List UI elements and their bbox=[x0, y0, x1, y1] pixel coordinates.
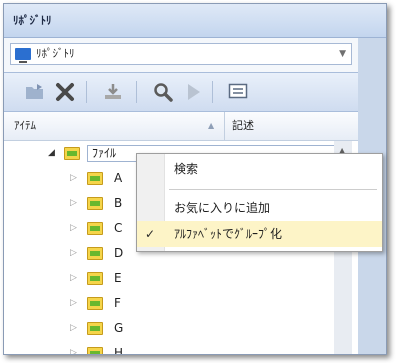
folder-icon bbox=[64, 147, 80, 160]
tree-node-label: F bbox=[114, 296, 121, 310]
column-header: ｱｲﾃﾑ ▲ 記述 bbox=[4, 112, 358, 141]
folder-icon bbox=[87, 347, 103, 354]
column-divider[interactable] bbox=[224, 112, 225, 140]
collapsed-triangle-icon[interactable]: ▷ bbox=[70, 192, 77, 214]
tree-node-label: E bbox=[114, 271, 122, 285]
menu-item-label: 検索 bbox=[174, 162, 199, 176]
tree-node-label: C bbox=[114, 221, 123, 235]
context-menu: 検索 お気に入りに追加 ✓ ｱﾙﾌｧﾍﾞｯﾄでｸﾞﾙｰﾌﾟ化 bbox=[136, 153, 383, 252]
tree-node-label: H bbox=[114, 346, 124, 354]
menu-item-add-favorite[interactable]: お気に入りに追加 bbox=[137, 195, 382, 221]
menu-item-label: ｱﾙﾌｧﾍﾞｯﾄでｸﾞﾙｰﾌﾟ化 bbox=[174, 227, 283, 241]
folder-icon bbox=[87, 272, 103, 285]
menu-item-group-alphabetically[interactable]: ✓ ｱﾙﾌｧﾍﾞｯﾄでｸﾞﾙｰﾌﾟ化 bbox=[137, 221, 382, 247]
folder-icon bbox=[87, 322, 103, 335]
repository-dropdown-value: ﾘﾎﾟｼﾞﾄﾘ bbox=[36, 47, 75, 60]
sort-ascending-icon: ▲ bbox=[208, 121, 215, 130]
collapsed-triangle-icon[interactable]: ▷ bbox=[70, 242, 77, 264]
column-description[interactable]: 記述 bbox=[232, 112, 254, 140]
column-item[interactable]: ｱｲﾃﾑ bbox=[14, 112, 36, 140]
folder-icon bbox=[87, 172, 103, 185]
repository-dropdown[interactable]: ﾘﾎﾟｼﾞﾄﾘ ▼ bbox=[10, 43, 352, 65]
tree-node-e[interactable]: ▷ E bbox=[4, 267, 334, 289]
monitor-icon bbox=[15, 48, 31, 63]
collapsed-triangle-icon[interactable]: ▷ bbox=[70, 167, 77, 189]
folder-icon bbox=[87, 222, 103, 235]
toolbar-separator bbox=[212, 81, 213, 103]
tree-node-g[interactable]: ▷ G bbox=[4, 317, 334, 339]
collapsed-triangle-icon[interactable]: ▷ bbox=[70, 267, 77, 289]
toolbar-separator bbox=[136, 81, 137, 103]
collapsed-triangle-icon[interactable]: ▷ bbox=[70, 292, 77, 314]
play-icon[interactable] bbox=[182, 82, 204, 102]
expanded-triangle-icon[interactable]: ◢ bbox=[48, 142, 55, 164]
menu-item-label: お気に入りに追加 bbox=[174, 201, 271, 215]
tree-node-h[interactable]: ▷ H bbox=[4, 342, 334, 354]
download-icon[interactable] bbox=[102, 82, 124, 102]
checkmark-icon: ✓ bbox=[145, 227, 156, 241]
collapsed-triangle-icon[interactable]: ▷ bbox=[70, 317, 77, 339]
tree-node-label: A bbox=[114, 171, 123, 185]
properties-icon[interactable] bbox=[227, 82, 249, 102]
import-folder-icon[interactable] bbox=[24, 82, 46, 102]
collapsed-triangle-icon[interactable]: ▷ bbox=[70, 342, 77, 354]
tree-node-label: B bbox=[114, 196, 123, 210]
menu-separator bbox=[169, 189, 377, 190]
tree-node-label: ﾌｧｲﾙ bbox=[92, 146, 117, 160]
folder-icon bbox=[87, 247, 103, 260]
folder-icon bbox=[87, 197, 103, 210]
menu-item-search[interactable]: 検索 bbox=[137, 156, 382, 182]
toolbar bbox=[4, 72, 358, 112]
dropdown-arrow-icon[interactable]: ▼ bbox=[339, 44, 346, 64]
search-icon[interactable] bbox=[152, 82, 174, 102]
folder-icon bbox=[87, 297, 103, 310]
tree-node-label: G bbox=[114, 321, 124, 335]
delete-icon[interactable] bbox=[54, 82, 76, 102]
tree-node-f[interactable]: ▷ F bbox=[4, 292, 334, 314]
panel-title: ﾘﾎﾟｼﾞﾄﾘ bbox=[4, 4, 386, 38]
toolbar-separator bbox=[86, 81, 87, 103]
tree-node-label: D bbox=[114, 246, 124, 260]
collapsed-triangle-icon[interactable]: ▷ bbox=[70, 217, 77, 239]
